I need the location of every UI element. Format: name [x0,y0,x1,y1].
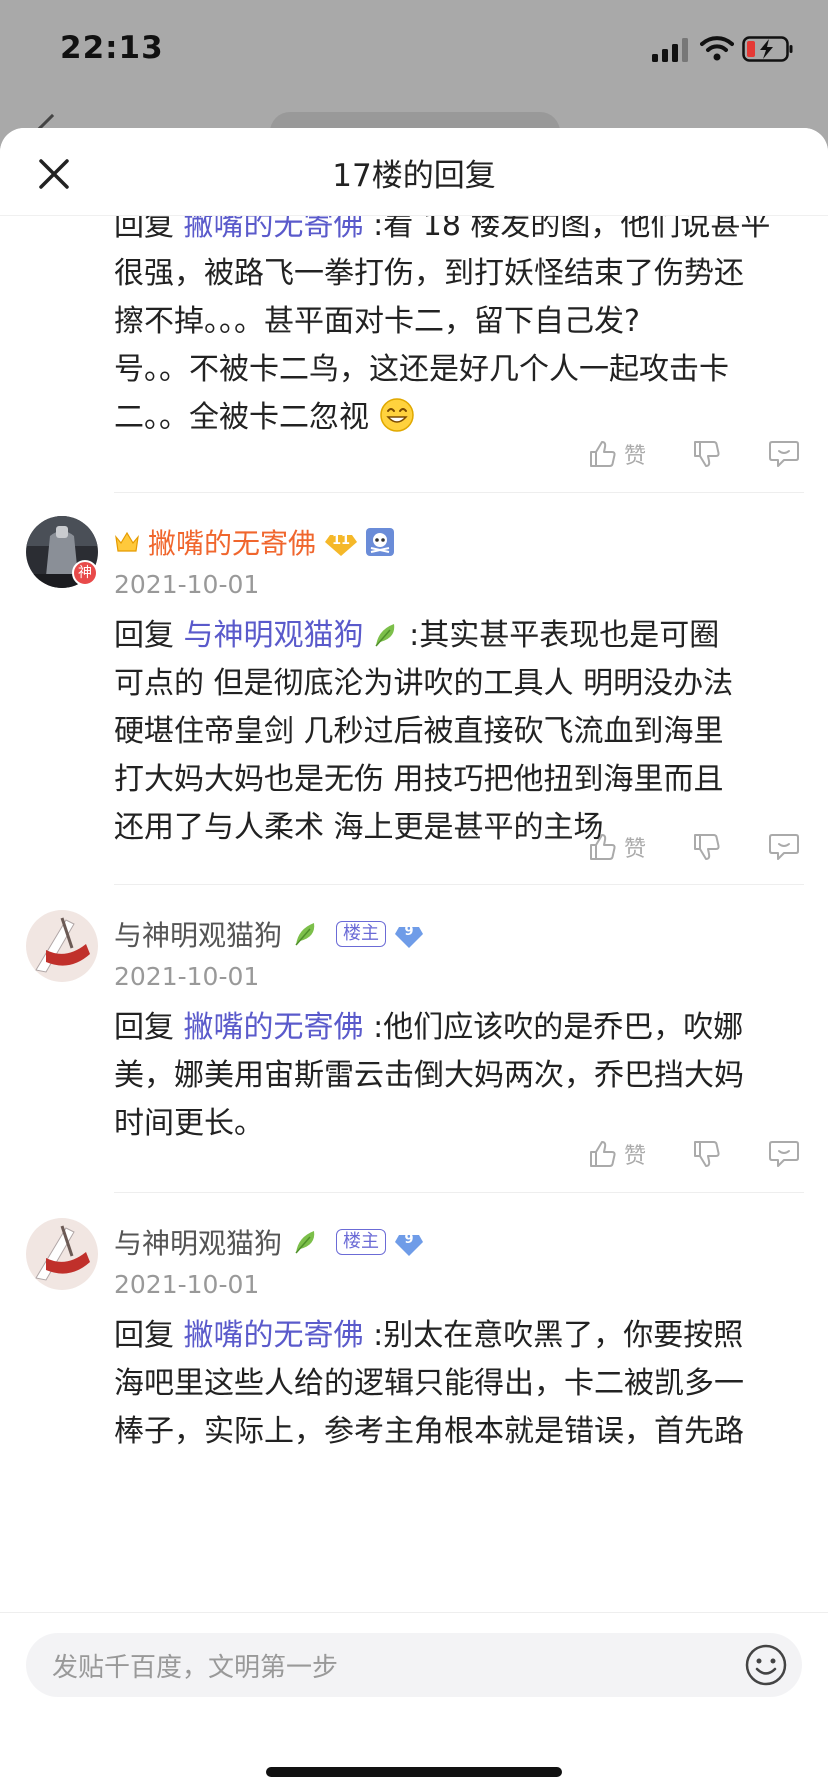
op-badge: 楼主 [336,1229,387,1255]
reply-text-line: :其实甚平表现也是可圈 [399,618,720,653]
avatar-tag: 神 [72,560,98,586]
reply-text-line: 美，娜美用宙斯雷云击倒大妈两次，乔巴挡大妈 [114,1058,744,1093]
reply-text-line: 还用了与人柔术 海上更是甚平的主场 [114,810,604,845]
reply-text-line: 海吧里这些人给的逻辑只能得出，卡二被凯多一 [114,1366,744,1401]
reply-text-line: 号。。不被卡二鸟，这还是好几个人一起攻击卡 [114,352,729,387]
wifi-icon [700,36,734,61]
reply-body: 回复 与神明观猫狗 :其实甚平表现也是可圈 可点的 但是彻底沦为讲吹的工具人 明… [114,612,804,852]
reply-text-line: :看 18 楼发的图，他们说甚平 [363,216,771,243]
comment-button[interactable] [768,1134,800,1174]
reply-prefix: 回复 [114,1318,174,1353]
avatar[interactable]: 神 [26,516,98,588]
divider [114,1192,804,1193]
avatar-image [26,910,98,982]
cellular-signal-icon [652,38,688,62]
reply-text-line: 时间更长。 [114,1106,264,1141]
mention-link[interactable]: 撇嘴的无寄佛 [184,216,364,243]
comment-icon [769,1141,799,1167]
username[interactable]: 与神明观猫狗 [114,1222,282,1262]
dislike-button[interactable] [692,434,722,474]
reply-text-line: 擦不掉。。。甚平面对卡二，留下自己发? [114,304,640,339]
status-bar: 22:13 [0,0,828,100]
skull-badge-icon [366,528,395,556]
reply-list[interactable]: 回复 撇嘴的无寄佛 :看 18 楼发的图，他们说甚平 很强，被路飞一拳打伤，到打… [0,216,828,1740]
sheet-title: 17楼的回复 [332,158,496,194]
like-button[interactable]: 赞 [588,434,646,474]
user-name-row: 与神明观猫狗 楼主 9 [114,914,424,954]
reply-actions: 赞 [580,434,810,474]
comment-button[interactable] [768,827,800,867]
reply-text-line: 打大妈大妈也是无伤 用技巧把他扭到海里而且 [114,762,724,797]
home-indicator [266,1767,562,1777]
level-badge: 11 [324,531,358,556]
comment-icon [769,441,799,467]
reply-prefix: 回复 [114,216,174,243]
reply-input[interactable]: 发贴千百度，文明第一步 [26,1633,802,1697]
mention-link[interactable]: 撇嘴的无寄佛 [184,1318,364,1353]
mention-link[interactable]: 与神明观猫狗 [184,618,364,653]
username[interactable]: 与神明观猫狗 [114,914,282,954]
replies-sheet: 17楼的回复 回复 撇嘴的无寄佛 :看 18 楼发的图，他们说甚平 很强，被路飞… [0,128,828,1792]
level-number: 9 [404,1232,414,1247]
comment-icon [769,834,799,860]
reply-body: 回复 撇嘴的无寄佛 :看 18 楼发的图，他们说甚平 很强，被路飞一拳打伤，到打… [114,216,804,442]
reply-text-line: 可点的 但是彻底沦为讲吹的工具人 明明没办法 [114,666,734,701]
reply-text-line: 二。。全被卡二忽视 [114,400,369,435]
thumbs-up-icon [590,1141,616,1167]
like-button[interactable]: 赞 [588,827,646,867]
user-name-row: 撇嘴的无寄佛 11 [114,522,395,562]
like-label: 赞 [624,444,647,469]
reply-actions: 赞 [580,1134,810,1174]
divider [114,884,804,885]
status-time: 22:13 [60,30,164,66]
like-label: 赞 [624,837,647,862]
dislike-button[interactable] [692,1134,722,1174]
divider [114,492,804,493]
username[interactable]: 撇嘴的无寄佛 [148,522,316,562]
thumbs-down-icon [694,834,720,860]
sheet-header: 17楼的回复 [0,128,828,216]
reply-body: 回复 撇嘴的无寄佛 :他们应该吹的是乔巴，吹娜 美，娜美用宙斯雷云击倒大妈两次，… [114,1004,804,1148]
reply-date: 2021-10-01 [114,570,260,599]
comment-button[interactable] [768,434,800,474]
thumbs-up-icon [590,441,616,467]
level-number: 11 [331,533,351,548]
battery-charging-icon [742,36,793,62]
leaf-icon [295,1231,315,1254]
reply-prefix: 回复 [114,1010,174,1045]
reply-text-line: 硬堪住帝皇剑 几秒过后被直接砍飞流血到海里 [114,714,724,749]
leaf-icon [374,624,394,647]
reply-input-placeholder: 发贴千百度，文明第一步 [52,1653,339,1683]
avatar[interactable] [26,1218,98,1290]
dislike-button[interactable] [692,827,722,867]
reply-text-line: :他们应该吹的是乔巴，吹娜 [363,1010,744,1045]
reply-prefix: 回复 [114,618,174,653]
op-badge: 楼主 [336,921,387,947]
grin-emoji-icon [379,398,414,432]
like-button[interactable]: 赞 [588,1134,646,1174]
mention-link[interactable]: 撇嘴的无寄佛 [184,1010,364,1045]
avatar[interactable] [26,910,98,982]
crown-icon [115,531,139,552]
user-name-row: 与神明观猫狗 楼主 9 [114,1222,424,1262]
reply-body: 回复 撇嘴的无寄佛 :别太在意吹黑了，你要按照 海吧里这些人给的逻辑只能得出，卡… [114,1312,804,1456]
reply-text-line: :别太在意吹黑了，你要按照 [363,1318,744,1353]
thumbs-up-icon [590,834,616,860]
reply-date: 2021-10-01 [114,962,260,991]
thumbs-down-icon [694,441,720,467]
emoji-icon[interactable] [744,1643,788,1687]
avatar-image [26,1218,98,1290]
level-badge: 9 [394,1231,424,1256]
level-number: 9 [404,924,414,939]
thumbs-down-icon [694,1141,720,1167]
composer-bar: 发贴千百度，文明第一步 [0,1612,828,1792]
like-label: 赞 [624,1144,647,1169]
reply-text-line: 棒子，实际上，参考主角根本就是错误，首先路 [114,1414,744,1449]
leaf-icon [295,923,315,946]
reply-date: 2021-10-01 [114,1270,260,1299]
level-badge: 9 [394,923,424,948]
reply-text-line: 很强，被路飞一拳打伤，到打妖怪结束了伤势还 [114,256,744,291]
reply-actions: 赞 [580,827,810,867]
